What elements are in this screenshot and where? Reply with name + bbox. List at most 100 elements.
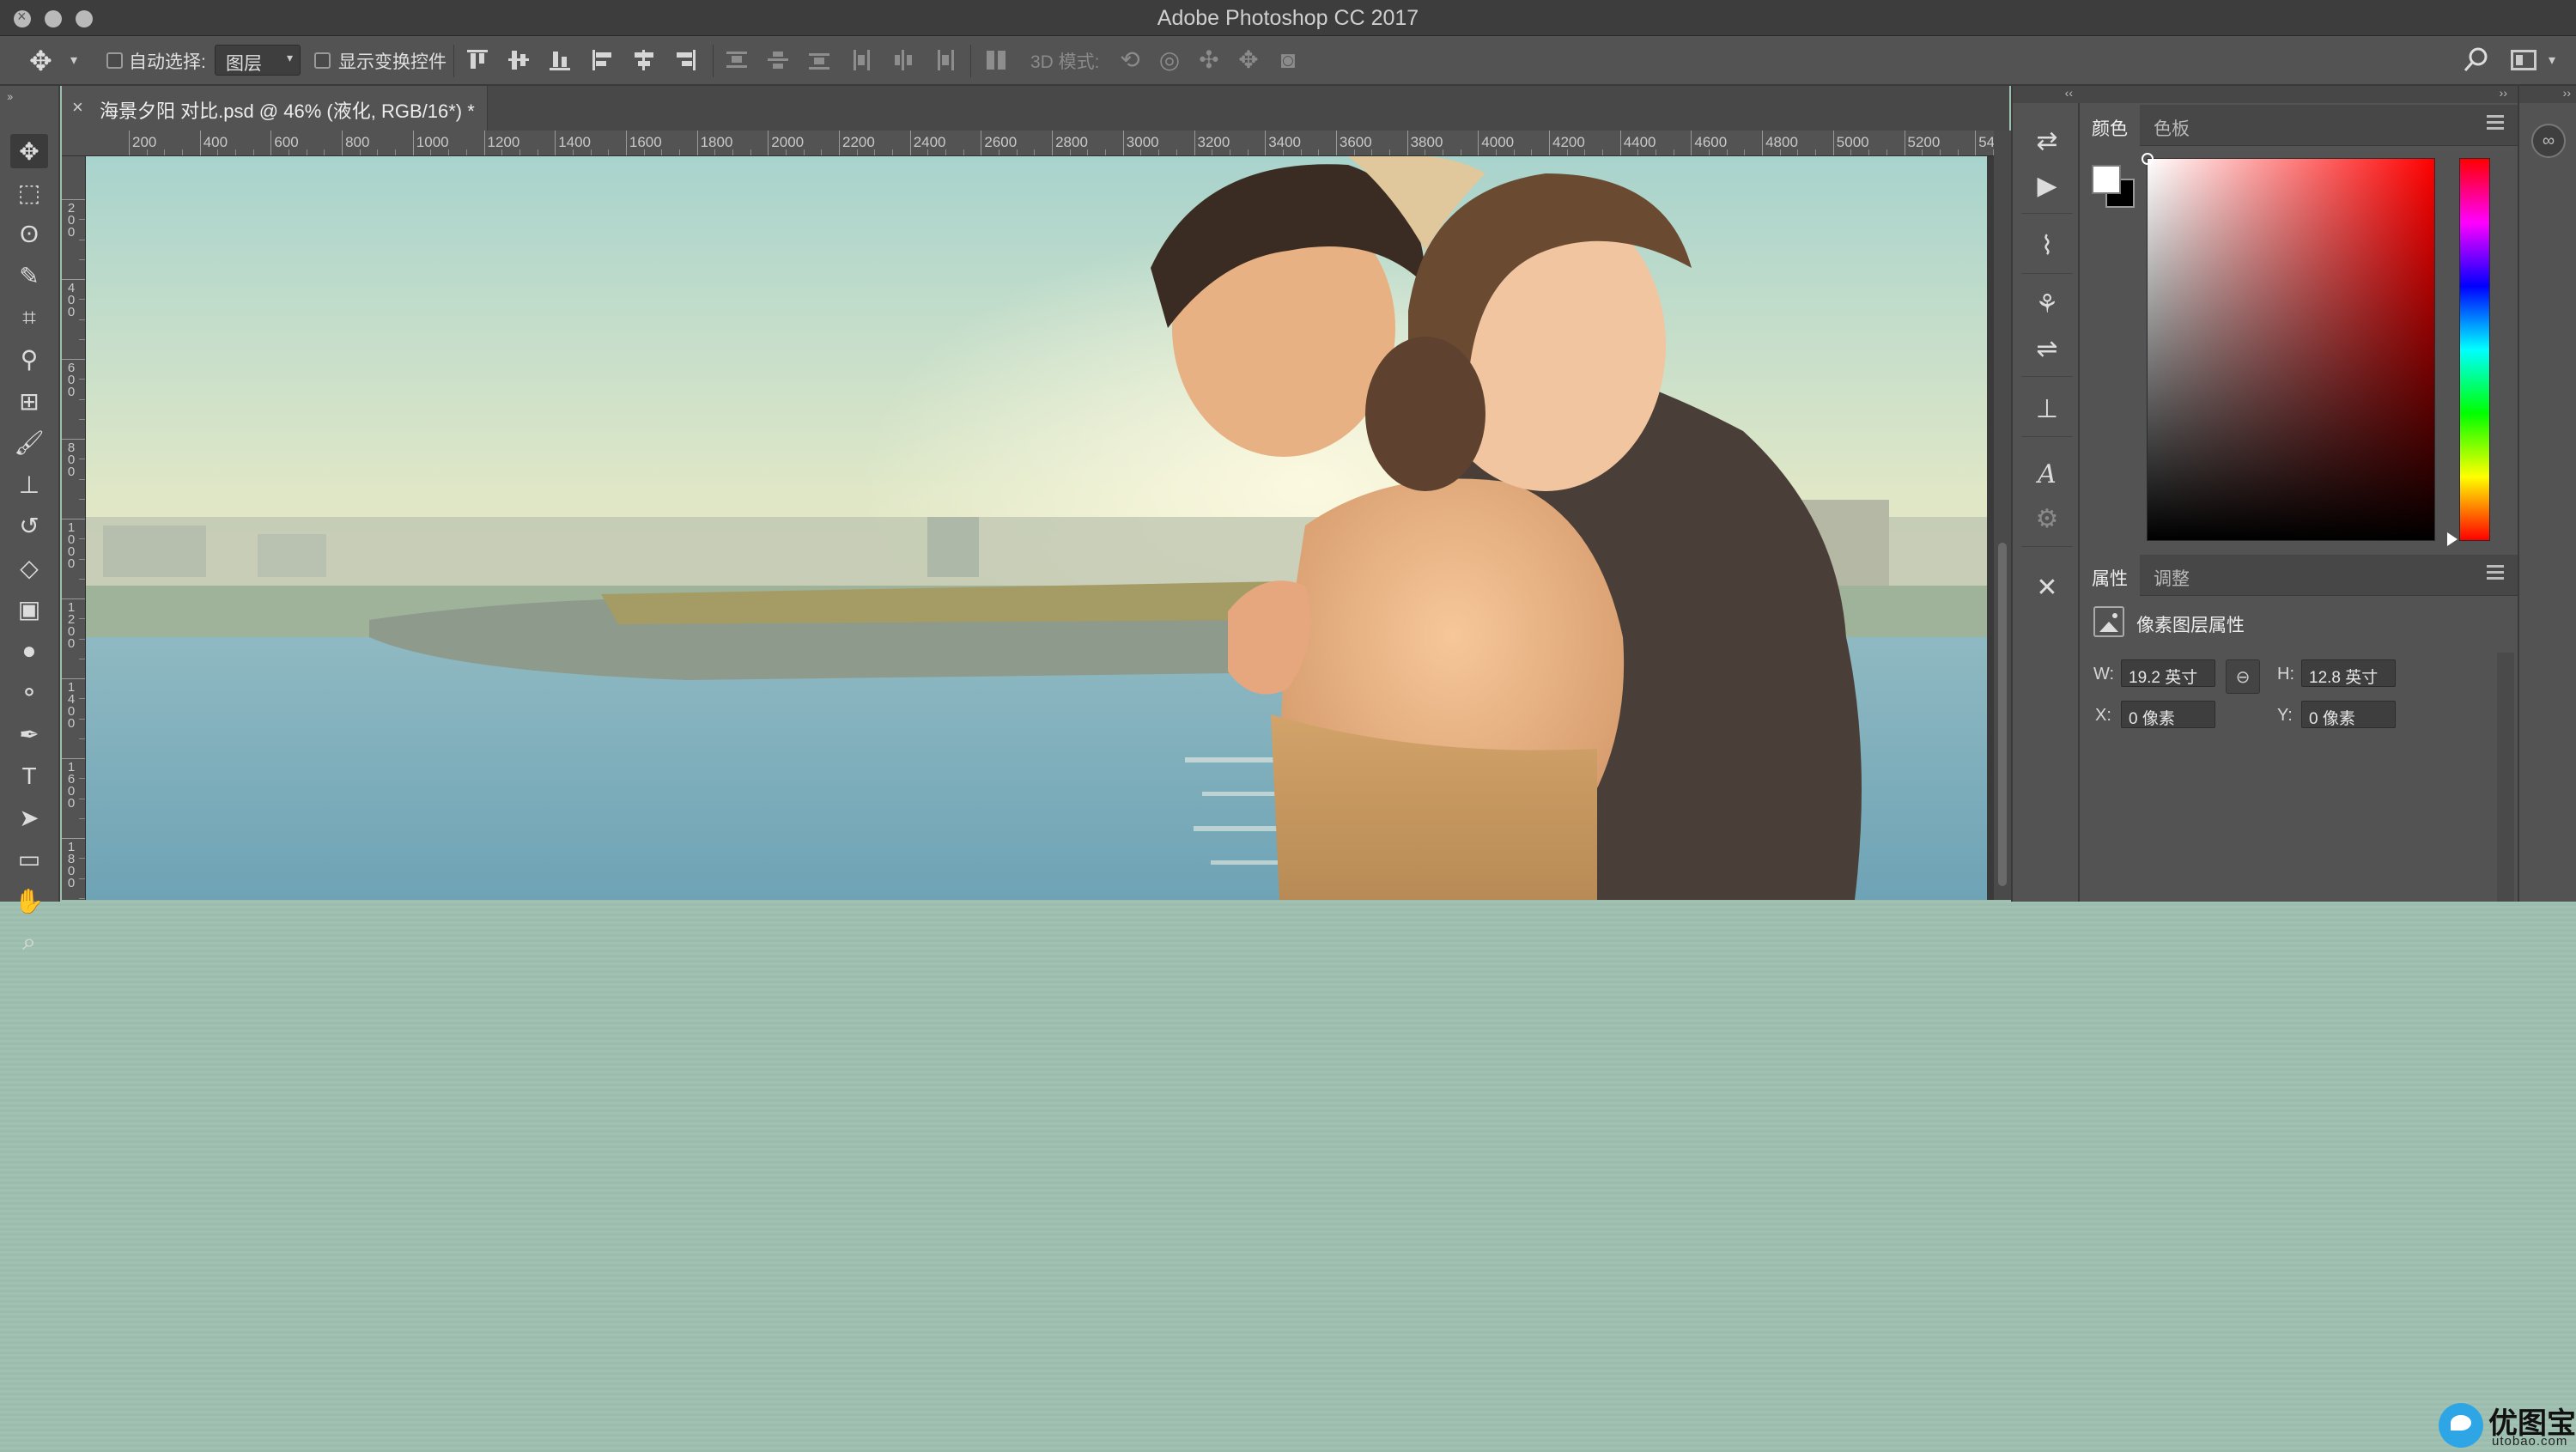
distribute-left-icon[interactable]: [850, 48, 874, 72]
slide-3d-icon[interactable]: ✥: [1235, 46, 1262, 74]
rectangle-tool[interactable]: ▭: [10, 842, 48, 877]
brush-tool[interactable]: 🖌: [10, 426, 48, 460]
vertical-ruler[interactable]: 200400600800100012001400160018002000: [62, 156, 86, 900]
camera-3d-icon[interactable]: ◙: [1274, 46, 1302, 74]
panel-menu-icon[interactable]: [2487, 115, 2504, 131]
distribute-vcenter-icon[interactable]: [766, 48, 790, 72]
ruler-label: 2400: [913, 134, 946, 150]
distribute-right-icon[interactable]: [933, 48, 957, 72]
distribute-bottom-icon[interactable]: [807, 48, 831, 72]
height-field[interactable]: 12.8 英寸: [2301, 659, 2396, 687]
stamp-tool[interactable]: ⊥: [10, 467, 48, 501]
roll-3d-icon[interactable]: ◎: [1156, 46, 1183, 74]
gradient-tool[interactable]: ▣: [10, 592, 48, 627]
brushes-panel-icon[interactable]: ⚘: [2026, 283, 2068, 325]
align-bottom-icon[interactable]: [548, 48, 572, 72]
path-select-tool[interactable]: ➤: [10, 800, 48, 835]
frame-tool[interactable]: ⊞: [10, 384, 48, 418]
ruler-label: 2600: [984, 134, 1018, 150]
distribute-hcenter-icon[interactable]: [891, 48, 915, 72]
hue-slider[interactable]: [2459, 158, 2490, 541]
collapse-panels-icon[interactable]: ››: [2080, 86, 2518, 103]
auto-select-dropdown[interactable]: 图层 ▾: [215, 45, 301, 76]
actions-play-icon[interactable]: ▶: [2026, 165, 2068, 206]
pen-tool[interactable]: ✒: [10, 717, 48, 751]
align-hcenter-icon[interactable]: [632, 48, 656, 72]
move-tool[interactable]: ✥: [10, 134, 48, 168]
type-tool[interactable]: T: [10, 759, 48, 793]
tab-color[interactable]: 颜色: [2080, 105, 2140, 146]
tab-swatches[interactable]: 色板: [2142, 105, 2202, 146]
color-picker-cursor[interactable]: [2142, 153, 2154, 165]
hand-tool[interactable]: ✋: [10, 884, 48, 918]
collapse-toolbox-icon[interactable]: ››: [7, 89, 13, 103]
brush-settings-icon[interactable]: ⌇: [2026, 225, 2068, 266]
search-icon[interactable]: [2461, 45, 2492, 76]
blur-tool[interactable]: ●: [10, 634, 48, 668]
align-right-icon[interactable]: [673, 48, 697, 72]
y-field[interactable]: 0 像素: [2301, 701, 2396, 728]
ruler-label: 600: [274, 134, 299, 150]
ruler-label: 2000: [771, 134, 805, 150]
ruler-minor-tick: [79, 638, 85, 640]
crop-tool[interactable]: ⌗: [10, 301, 48, 335]
show-transform-checkbox[interactable]: [314, 52, 331, 69]
history-brush-tool[interactable]: ↺: [10, 509, 48, 544]
distribute-top-icon[interactable]: [725, 48, 749, 72]
ruler-minor-tick: [79, 817, 85, 819]
pan-3d-icon[interactable]: ✣: [1195, 46, 1223, 74]
document-canvas[interactable]: [86, 156, 1994, 900]
x-field[interactable]: 0 像素: [2121, 701, 2215, 728]
photo-image: [86, 156, 1987, 900]
ruler-tick: [62, 758, 85, 759]
eraser-tool[interactable]: ◇: [10, 550, 48, 585]
quick-select-tool[interactable]: ✎: [10, 259, 48, 294]
width-field[interactable]: 19.2 英寸: [2121, 659, 2215, 687]
ruler-minor-tick: [79, 258, 85, 260]
foreground-color-swatch[interactable]: [2092, 165, 2121, 194]
panel-menu-icon[interactable]: [2487, 565, 2504, 580]
collapse-panels-icon[interactable]: ››: [2519, 86, 2576, 103]
height-label: H:: [2277, 665, 2294, 683]
tab-properties[interactable]: 属性: [2080, 555, 2140, 596]
orbit-3d-icon[interactable]: ⟲: [1116, 46, 1144, 74]
chevron-down-icon[interactable]: ▾: [70, 52, 77, 69]
dodge-tool[interactable]: ⚬: [10, 676, 48, 710]
ruler-tick: [696, 131, 698, 155]
history-panel-icon[interactable]: ⇄: [2026, 120, 2068, 161]
far-right-icon-strip: ›› ∞: [2518, 86, 2576, 902]
panel-scrollbar[interactable]: [2497, 653, 2514, 902]
horizontal-ruler[interactable]: 200 400 600 800 1000 1200 1400 1600 1800 2000 2200…: [62, 131, 1994, 156]
tool-presets-icon[interactable]: ⇌: [2026, 328, 2068, 369]
workspace-icon[interactable]: [2511, 50, 2537, 70]
scrollbar-thumb[interactable]: [1998, 543, 2007, 886]
auto-align-icon[interactable]: [984, 48, 1008, 72]
canvas-vertical-scrollbar[interactable]: [1994, 131, 2011, 900]
chevron-down-icon[interactable]: ▾: [2549, 52, 2555, 69]
ruler-label: 3600: [1339, 134, 1372, 150]
ruler-label: 200: [132, 134, 157, 150]
glyphs-panel-icon[interactable]: ⚙: [2026, 498, 2068, 539]
align-left-icon[interactable]: [591, 48, 615, 72]
move-tool-preset-icon[interactable]: ✥: [29, 46, 58, 76]
creative-cloud-libraries-icon[interactable]: ∞: [2531, 124, 2566, 158]
link-icon[interactable]: ⊖: [2226, 659, 2260, 694]
hue-slider-handle[interactable]: [2447, 532, 2458, 546]
character-panel-icon[interactable]: A: [2026, 453, 2068, 495]
tools-panel-icon[interactable]: ✕: [2026, 567, 2068, 608]
clone-source-icon[interactable]: ⊥: [2026, 388, 2068, 429]
tab-adjustments[interactable]: 调整: [2142, 555, 2202, 596]
marquee-tool[interactable]: ⬚: [10, 176, 48, 210]
document-tab[interactable]: × 海景夕阳 对比.psd @ 46% (液化, RGB/16*) *: [62, 86, 488, 131]
align-vcenter-icon[interactable]: [507, 48, 531, 72]
color-picker-field[interactable]: [2147, 158, 2435, 541]
close-icon[interactable]: ×: [72, 96, 83, 118]
lasso-tool[interactable]: ʘ: [10, 217, 48, 252]
eyedropper-tool[interactable]: ⚲: [10, 343, 48, 377]
collapse-panels-icon[interactable]: ‹‹: [2013, 86, 2081, 103]
properties-title: 像素图层属性: [2136, 616, 2245, 635]
ruler-label: 3000: [1126, 134, 1159, 150]
auto-select-checkbox[interactable]: [106, 52, 123, 69]
align-top-icon[interactable]: [465, 48, 489, 72]
zoom-tool[interactable]: ⌕: [10, 926, 48, 960]
